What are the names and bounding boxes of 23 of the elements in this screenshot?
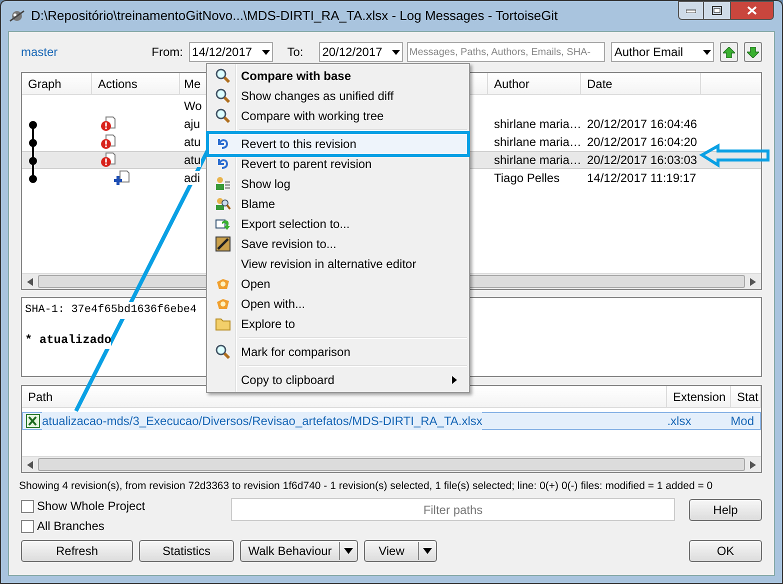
message-cell: adi [184, 171, 200, 185]
date-cell-text: 20/12/2017 16:03:03 [586, 152, 698, 169]
from-label: From: [152, 44, 184, 61]
extension-cell-text: .xlsx [666, 413, 692, 430]
date-cell-text: 14/12/2017 11:19:17 [586, 170, 698, 187]
message-cell: atu [184, 153, 201, 167]
author-cell-text: shirlane maria… [493, 152, 581, 169]
message-cell: atu [184, 135, 201, 149]
date-cell-text: 20/12/2017 16:04:20 [586, 134, 698, 151]
status-cell-text: Mod [730, 413, 755, 430]
message-cell: aju [184, 117, 200, 131]
file-path: atualizacao-mds/3_Execucao/Diversos/Revisao_artefatos/MDS-DIRTI_RA_TA.xlsx [42, 412, 482, 430]
to-label: To: [287, 44, 304, 61]
author-cell-text: shirlane maria… [493, 134, 581, 151]
author-cell-text: Tiago Pelles [493, 170, 561, 187]
checkbox-label: All Branches [37, 518, 104, 535]
author-cell-text: shirlane maria… [493, 116, 581, 133]
window-title: D:\Repositório\treinamentoGitNovo...\MDS-DIRTI_RA_TA.xlsx - Log Messages - TortoiseGit [31, 7, 558, 26]
commit-sha: SHA-1: 37e4f65bd1636f6ebe4 [25, 302, 197, 318]
date-cell-text: 20/12/2017 16:04:46 [586, 116, 698, 133]
message-cell: Wo [184, 99, 202, 113]
checkbox-label: Show Whole Project [37, 498, 146, 515]
status-text: Showing 4 revision(s), from revision 72d3363 to revision 1f6d740 - 1 revision(s) selected, 1 file(s) selected; line: 0(+) 0(-) files: modified = 1 added = 0 [19, 479, 713, 493]
